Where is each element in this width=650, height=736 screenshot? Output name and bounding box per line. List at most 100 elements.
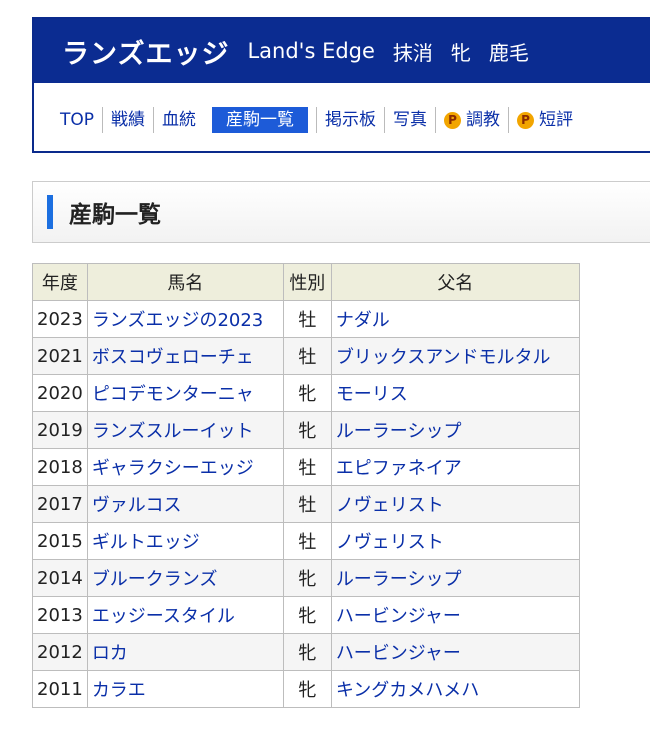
row-horse-cell: ボスコヴェローチェ xyxy=(86,337,284,375)
table-row: 2011 カラエ 牝キングカメハメハ xyxy=(32,670,580,708)
row-horse-cell: ピコデモンターニャ xyxy=(86,374,284,412)
row-sire-cell: ハービンジャー xyxy=(330,633,580,671)
row-horse-cell: エッジースタイル xyxy=(86,596,284,634)
horse-link[interactable]: カラエ xyxy=(92,680,146,701)
sire-link[interactable]: エピファネイア xyxy=(336,458,462,479)
tab-review[interactable]: P 短評 xyxy=(508,107,581,133)
row-sire-cell: ルーラーシップ xyxy=(330,559,580,597)
premium-icon: P xyxy=(517,111,535,129)
row-sire-cell: ブリックスアンドモルタル xyxy=(330,337,580,375)
horse-name: ランズエッジ xyxy=(62,38,230,70)
tab-board[interactable]: 掲示板 xyxy=(316,107,384,133)
row-sire-cell: ルーラーシップ xyxy=(330,411,580,449)
row-sex: 牝 xyxy=(282,559,332,597)
row-sire-cell: ハービンジャー xyxy=(330,596,580,634)
row-sire-cell: モーリス xyxy=(330,374,580,412)
horse-link[interactable]: ピコデモンターニャ xyxy=(92,384,254,405)
row-sire-cell: キングカメハメハ xyxy=(330,670,580,708)
table-row: 2013 エッジースタイル 牝ハービンジャー xyxy=(32,596,580,634)
row-sex: 牡 xyxy=(282,522,332,560)
tab-pedigree[interactable]: 血統 xyxy=(153,107,204,133)
english-name: Land's Edge xyxy=(247,39,375,63)
table-row: 2014 ブルークランズ 牝ルーラーシップ xyxy=(32,559,580,597)
sire-link[interactable]: モーリス xyxy=(336,384,408,405)
table-row: 2012 ロカ 牝ハービンジャー xyxy=(32,633,580,671)
col-sex-header: 性別 xyxy=(282,263,332,301)
sex-label: 牝 xyxy=(450,40,471,65)
col-year-header: 年度 xyxy=(32,263,88,301)
horse-link[interactable]: ボスコヴェローチェ xyxy=(92,347,254,368)
row-year: 2011 xyxy=(32,670,88,708)
sire-link[interactable]: ルーラーシップ xyxy=(336,569,462,590)
row-horse-cell: ランズスルーイット xyxy=(86,411,284,449)
table-row: 2015 ギルトエッジ 牡ノヴェリスト xyxy=(32,522,580,560)
premium-icon: P xyxy=(444,111,462,129)
row-year: 2017 xyxy=(32,485,88,523)
table-header-row: 年度 馬名 性別 父名 xyxy=(32,263,580,301)
row-sire-cell: エピファネイア xyxy=(330,448,580,486)
sire-link[interactable]: ハービンジャー xyxy=(336,643,461,664)
row-year: 2023 xyxy=(32,300,88,338)
row-horse-cell: ロカ xyxy=(86,633,284,671)
horse-link[interactable]: ギルトエッジ xyxy=(92,532,200,553)
sire-link[interactable]: ハービンジャー xyxy=(336,606,461,627)
horse-header: ランズエッジ Land's Edge 抹消 牝 鹿毛 TOP 戦績 血統 産駒一… xyxy=(32,17,650,153)
row-sex: 牡 xyxy=(282,448,332,486)
row-horse-cell: ランズエッジの2023 xyxy=(86,300,284,338)
row-sex: 牡 xyxy=(282,300,332,338)
col-sire-header: 父名 xyxy=(330,263,580,301)
horse-link[interactable]: ギャラクシーエッジ xyxy=(92,458,254,479)
tab-offspring[interactable]: 産駒一覧 xyxy=(212,107,309,133)
section-title: 産駒一覧 xyxy=(69,202,161,228)
sire-link[interactable]: ルーラーシップ xyxy=(336,421,462,442)
row-year: 2015 xyxy=(32,522,88,560)
row-sire-cell: ノヴェリスト xyxy=(330,485,580,523)
table-row: 2017 ヴァルコス 牡ノヴェリスト xyxy=(32,485,580,523)
nav-tabs: TOP 戦績 血統 産駒一覧 掲示板 写真 P 調教 P 短評 xyxy=(60,107,581,133)
sire-link[interactable]: ブリックスアンドモルタル xyxy=(336,347,551,368)
horse-link[interactable]: ロカ xyxy=(92,643,128,664)
sire-link[interactable]: ナダル xyxy=(336,310,390,331)
row-horse-cell: カラエ xyxy=(86,670,284,708)
row-year: 2012 xyxy=(32,633,88,671)
horse-link[interactable]: ランズエッジの2023 xyxy=(92,310,263,331)
row-year: 2020 xyxy=(32,374,88,412)
offspring-table: 年度 馬名 性別 父名 2023 ランズエッジの2023 牡ナダル 2021 ボスコヴェ… xyxy=(32,263,580,708)
row-horse-cell: ギルトエッジ xyxy=(86,522,284,560)
table-row: 2021 ボスコヴェローチェ 牡ブリックスアンドモルタル xyxy=(32,337,580,375)
table-row: 2023 ランズエッジの2023 牡ナダル xyxy=(32,300,580,338)
title-bar: ランズエッジ Land's Edge 抹消 牝 鹿毛 xyxy=(34,19,650,83)
row-year: 2018 xyxy=(32,448,88,486)
horse-link[interactable]: エッジースタイル xyxy=(92,606,235,627)
section-accent-bar xyxy=(47,195,53,229)
row-sex: 牝 xyxy=(282,596,332,634)
horse-link[interactable]: ランズスルーイット xyxy=(92,421,254,442)
sire-link[interactable]: ノヴェリスト xyxy=(336,532,444,553)
row-year: 2019 xyxy=(32,411,88,449)
row-year: 2021 xyxy=(32,337,88,375)
row-sex: 牡 xyxy=(282,337,332,375)
tab-training[interactable]: P 調教 xyxy=(435,107,508,133)
horse-link[interactable]: ヴァルコス xyxy=(92,495,182,516)
row-sire-cell: ナダル xyxy=(330,300,580,338)
horse-link[interactable]: ブルークランズ xyxy=(92,569,218,590)
row-sex: 牝 xyxy=(282,670,332,708)
row-sex: 牝 xyxy=(282,411,332,449)
coat-label: 鹿毛 xyxy=(488,40,529,65)
tab-top[interactable]: TOP xyxy=(60,107,102,133)
row-year: 2013 xyxy=(32,596,88,634)
sire-link[interactable]: ノヴェリスト xyxy=(336,495,444,516)
row-horse-cell: ギャラクシーエッジ xyxy=(86,448,284,486)
row-sex: 牝 xyxy=(282,633,332,671)
table-row: 2018 ギャラクシーエッジ 牡エピファネイア xyxy=(32,448,580,486)
row-sex: 牝 xyxy=(282,374,332,412)
tab-training-label: 調教 xyxy=(466,110,501,130)
tab-photos[interactable]: 写真 xyxy=(384,107,435,133)
tab-results[interactable]: 戦績 xyxy=(102,107,153,133)
sire-link[interactable]: キングカメハメハ xyxy=(336,680,479,701)
tab-review-label: 短評 xyxy=(539,110,574,130)
table-row: 2020 ピコデモンターニャ 牝モーリス xyxy=(32,374,580,412)
row-sire-cell: ノヴェリスト xyxy=(330,522,580,560)
row-sex: 牡 xyxy=(282,485,332,523)
col-name-header: 馬名 xyxy=(86,263,284,301)
